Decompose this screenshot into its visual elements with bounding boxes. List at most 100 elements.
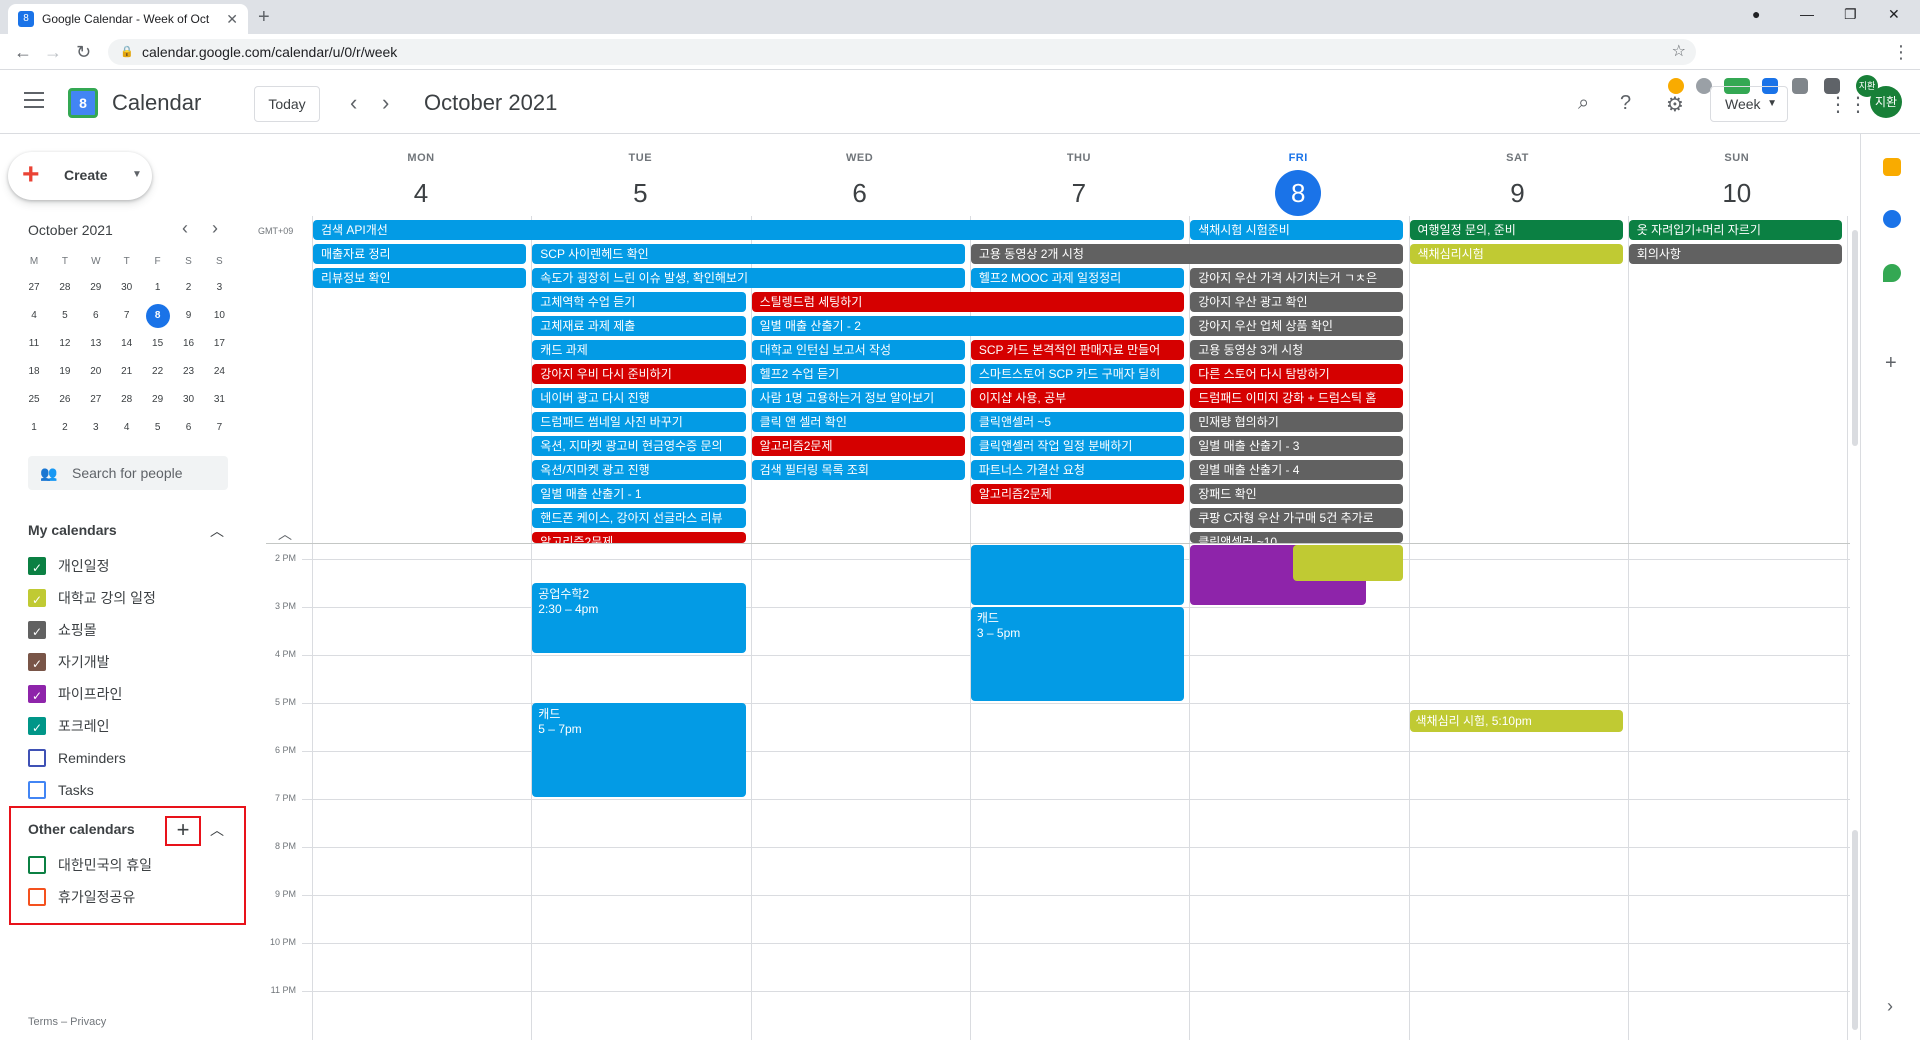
mini-day[interactable]: 21	[115, 360, 139, 384]
timed-event[interactable]	[1293, 545, 1403, 581]
browser-tab[interactable]: 8 Google Calendar - Week of Oct ✕	[8, 4, 248, 34]
calendar-checkbox[interactable]: ✓	[28, 685, 46, 703]
allday-event[interactable]: 일별 매출 산출기 - 1	[532, 484, 746, 504]
mini-day[interactable]: 3	[84, 416, 108, 440]
allday-event[interactable]: 알고리즘2문제	[751, 436, 965, 456]
allday-event[interactable]: 스마트스토어 SCP 카드 구매자 딜히	[970, 364, 1185, 384]
mini-day[interactable]: 5	[53, 304, 77, 328]
allday-event[interactable]: 강아지 우비 다시 준비하기	[532, 364, 746, 384]
search-icon[interactable]: ⌕	[1578, 92, 1589, 115]
mini-day[interactable]: 6	[177, 416, 201, 440]
calendar-checkbox[interactable]: ✓	[28, 557, 46, 575]
allday-event[interactable]: 스틸렝드럼 세팅하기	[751, 292, 1185, 312]
timed-event[interactable]: 공업수학2 2:30 – 4pm	[532, 583, 746, 653]
mini-day[interactable]: 30	[177, 388, 201, 412]
mini-day[interactable]: 3	[207, 276, 231, 300]
mini-day[interactable]: 13	[84, 332, 108, 356]
allday-event[interactable]: 색채시험 시험준비	[1190, 220, 1404, 240]
day-number[interactable]: 10	[1628, 170, 1846, 216]
mini-day[interactable]: 28	[115, 388, 139, 412]
mini-day[interactable]: 26	[53, 388, 77, 412]
mini-day[interactable]: 29	[84, 276, 108, 300]
timed-event[interactable]: 캐드 3 – 5pm	[970, 607, 1185, 701]
keep-icon[interactable]	[1883, 158, 1901, 176]
view-switcher-dropdown[interactable]: Week ▼	[1710, 86, 1788, 122]
day-header[interactable]: SUN 10	[1628, 152, 1846, 216]
allday-event[interactable]: 네이버 광고 다시 진행	[532, 388, 746, 408]
reload-icon[interactable]: ↻	[76, 42, 91, 63]
calendar-item[interactable]: 휴가일정공유	[28, 884, 135, 910]
add-addon-icon[interactable]: +	[1885, 352, 1897, 375]
allday-event[interactable]: 매출자료 정리	[313, 244, 527, 264]
allday-event[interactable]: 클릭 앤 셀러 확인	[751, 412, 965, 432]
profile-dropdown-icon[interactable]: ●	[1752, 6, 1760, 22]
mini-day[interactable]: 27	[84, 388, 108, 412]
forward-icon[interactable]: →	[44, 42, 62, 63]
apps-grid-icon[interactable]: ⋮⋮	[1828, 92, 1868, 117]
day-number[interactable]: 9	[1409, 170, 1627, 216]
calendar-checkbox[interactable]	[28, 749, 46, 767]
allday-event[interactable]: 검색 필터링 목록 조회	[751, 460, 965, 480]
mini-day[interactable]: 22	[146, 360, 170, 384]
mini-day[interactable]: 2	[53, 416, 77, 440]
calendar-item[interactable]: ✓ 자기개발	[28, 649, 110, 675]
timed-event[interactable]: 색채심리 시험, 5:10pm	[1409, 710, 1623, 733]
mini-day[interactable]: 8	[145, 304, 170, 328]
search-people-input[interactable]: 👥 Search for people	[28, 456, 228, 490]
maps-icon[interactable]	[1883, 264, 1901, 282]
mini-day[interactable]: 27	[22, 276, 46, 300]
allday-event[interactable]: 일별 매출 산출기 - 2	[751, 316, 1185, 336]
allday-event[interactable]: 알고리즘2문제	[970, 484, 1185, 504]
allday-event[interactable]: 옥션, 지마켓 광고비 현금영수증 문의	[532, 436, 746, 456]
allday-event[interactable]: 일별 매출 산출기 - 4	[1190, 460, 1404, 480]
collapse-my-calendars-icon[interactable]: ︿	[210, 521, 224, 541]
expand-panel-icon[interactable]: ›	[1887, 996, 1893, 1017]
mini-day[interactable]: 17	[207, 332, 231, 356]
calendar-checkbox[interactable]	[28, 888, 46, 906]
allday-event[interactable]: 클릭앤셀러 ~10	[1190, 532, 1404, 543]
mini-day[interactable]: 5	[146, 416, 170, 440]
mini-day[interactable]: 10	[207, 304, 231, 328]
mini-prev-month-icon[interactable]: ‹	[182, 218, 188, 239]
allday-event[interactable]: 고체역학 수업 듣기	[532, 292, 746, 312]
tasks-icon[interactable]	[1883, 210, 1901, 228]
mini-day[interactable]: 16	[177, 332, 201, 356]
allday-event[interactable]: 드럼패드 이미지 강화 + 드럼스틱 홈	[1190, 388, 1404, 408]
lock-icon[interactable]: 🔒	[120, 39, 134, 65]
mini-day[interactable]: 20	[84, 360, 108, 384]
allday-event[interactable]: 옷 자려입기+머리 자르기	[1628, 220, 1843, 240]
mini-day[interactable]: 12	[53, 332, 77, 356]
allday-event[interactable]: 알고리즘2문제	[532, 532, 746, 543]
allday-event[interactable]: 옥션/지마켓 광고 진행	[532, 460, 746, 480]
mini-day[interactable]: 28	[53, 276, 77, 300]
allday-event[interactable]: 사람 1명 고용하는거 정보 알아보기	[751, 388, 965, 408]
mini-day[interactable]: 23	[177, 360, 201, 384]
calendar-item[interactable]: Reminders	[28, 745, 126, 771]
allday-event[interactable]: 강아지 우산 업체 상품 확인	[1190, 316, 1404, 336]
today-button[interactable]: Today	[254, 86, 320, 122]
bookmark-star-icon[interactable]: ☆	[1672, 39, 1686, 65]
allday-event[interactable]: 강아지 우산 가격 사기치는거 ㄱㅊ은	[1190, 268, 1404, 288]
day-header[interactable]: FRI 8	[1189, 152, 1407, 216]
allday-event[interactable]: 대학교 인턴십 보고서 작성	[751, 340, 965, 360]
mini-day[interactable]: 6	[84, 304, 108, 328]
allday-event[interactable]: 다른 스토어 다시 탐방하기	[1190, 364, 1404, 384]
mini-day[interactable]: 19	[53, 360, 77, 384]
calendar-checkbox[interactable]	[28, 856, 46, 874]
mini-day[interactable]: 29	[146, 388, 170, 412]
allday-event[interactable]: 장패드 확인	[1190, 484, 1404, 504]
terms-privacy-link[interactable]: Terms – Privacy	[28, 1016, 106, 1028]
maximize-icon[interactable]: ❐	[1844, 6, 1857, 23]
allday-event[interactable]: 고용 동영상 3개 시청	[1190, 340, 1404, 360]
day-header[interactable]: MON 4	[312, 152, 530, 216]
mini-day[interactable]: 7	[115, 304, 139, 328]
allday-event[interactable]: 검색 API개선	[313, 220, 1185, 240]
account-avatar[interactable]: 지환	[1870, 86, 1902, 118]
day-header[interactable]: THU 7	[970, 152, 1188, 216]
my-calendars-title[interactable]: My calendars	[28, 522, 117, 538]
allday-event[interactable]: 민재량 협의하기	[1190, 412, 1404, 432]
add-other-calendar-button[interactable]: +	[165, 816, 201, 846]
calendar-checkbox[interactable]	[28, 781, 46, 799]
mini-day[interactable]: 18	[22, 360, 46, 384]
allday-event[interactable]: 캐드 과제	[532, 340, 746, 360]
